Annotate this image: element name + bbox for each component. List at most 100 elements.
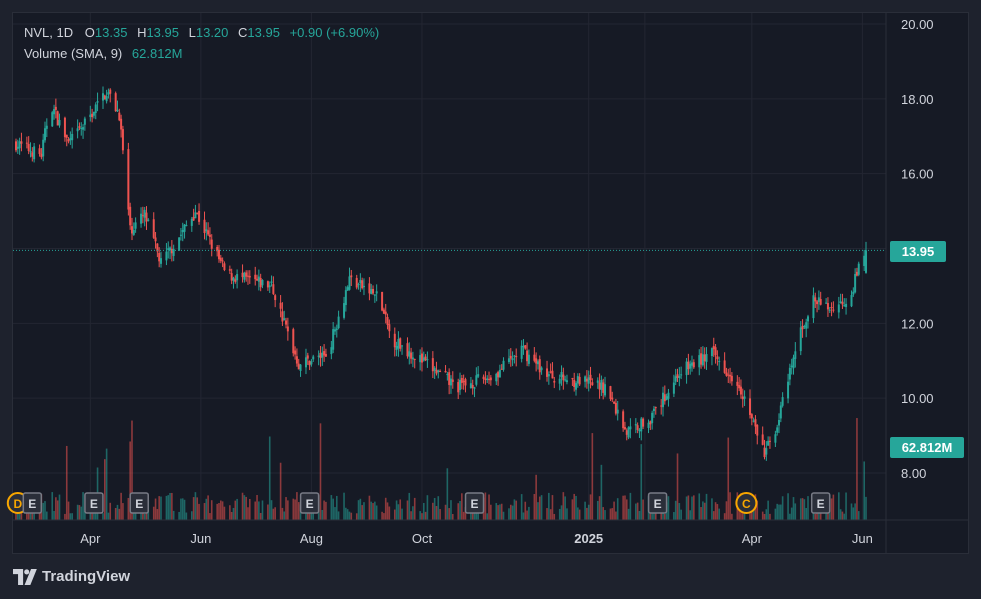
volume-bar <box>635 503 637 520</box>
candle-body <box>524 345 527 349</box>
volume-bar <box>807 496 809 520</box>
candle-body <box>676 374 679 378</box>
volume-bar <box>497 505 499 520</box>
volume-bar <box>863 461 865 520</box>
candle-body <box>183 224 186 232</box>
candle-body <box>703 354 706 362</box>
volume-bar <box>549 509 552 520</box>
volume-legend-label: Volume (SMA, 9) <box>24 46 123 61</box>
candle-body <box>127 149 130 210</box>
candle-body <box>132 229 135 235</box>
candle-body <box>295 356 298 364</box>
volume-bar <box>71 513 73 520</box>
candle-body <box>38 148 41 154</box>
volume-bar <box>56 500 59 520</box>
candle-body <box>712 345 715 350</box>
volume-bar <box>114 508 117 520</box>
volume-bar <box>814 513 817 520</box>
event-marker-label: E <box>28 497 36 511</box>
candle-body <box>83 118 86 125</box>
volume-bar <box>584 501 586 520</box>
candle-body <box>203 219 206 234</box>
volume-bar <box>484 492 487 520</box>
volume-bar <box>596 500 599 520</box>
volume-bar <box>279 462 282 520</box>
candle-body <box>431 358 434 372</box>
candle-body <box>565 380 568 383</box>
candle-body <box>43 128 46 141</box>
tradingview-brand[interactable]: TradingView <box>13 568 130 585</box>
candle-body <box>196 212 199 214</box>
volume-bar <box>370 501 373 520</box>
volume-bar <box>676 453 679 520</box>
volume-bar <box>44 501 46 520</box>
candle-body <box>571 378 574 380</box>
candle-body <box>221 260 224 262</box>
candle-body <box>616 409 619 414</box>
candle-body <box>801 325 804 330</box>
volume-bar <box>323 500 325 520</box>
candle-body <box>448 372 451 385</box>
volume-bar <box>729 492 731 520</box>
open-label: O <box>84 25 95 40</box>
candle-body <box>266 281 269 288</box>
volume-bar <box>357 500 360 520</box>
candle-body <box>787 381 790 399</box>
volume-bar <box>219 500 222 520</box>
volume-bar <box>285 497 287 520</box>
candle-body <box>422 357 425 361</box>
volume-bar <box>325 501 327 520</box>
volume-bar <box>419 511 421 520</box>
candle-body <box>863 255 866 267</box>
candle-body <box>498 370 501 378</box>
candle-body <box>105 96 108 102</box>
candle-body <box>281 311 284 322</box>
candle-body <box>145 212 148 222</box>
y-tick-label: 8.00 <box>901 466 926 481</box>
volume-bar <box>789 513 791 520</box>
axes: 20.0018.0016.0014.0012.0010.008.00AprJun… <box>13 13 968 553</box>
candle-body <box>190 218 193 226</box>
candle-body <box>361 280 364 289</box>
candle-body <box>527 354 530 364</box>
volume-bar <box>243 495 246 520</box>
candle-body <box>372 289 375 294</box>
volume-bar <box>413 497 416 520</box>
volume-legend: Volume (SMA, 9) 62.812M <box>24 46 182 61</box>
candle-body <box>710 348 713 357</box>
volume-bar <box>69 513 72 520</box>
volume-bar <box>122 503 124 520</box>
chart-canvas[interactable]: DEEEEEECE 20.0018.0016.0014.0012.0010.00… <box>0 0 981 599</box>
candle-body <box>107 92 110 95</box>
candle-body <box>337 316 340 329</box>
candle-body <box>651 412 654 424</box>
volume-bar <box>850 503 853 520</box>
candle-body <box>502 360 505 370</box>
candle-body <box>401 345 404 347</box>
volume-tag: 62.812M <box>890 437 964 458</box>
candle-body <box>743 396 746 399</box>
candle-body <box>803 326 806 328</box>
candle-body <box>830 307 833 309</box>
candle-body <box>768 440 771 442</box>
low-label: L <box>188 25 196 40</box>
candle-body <box>89 114 92 118</box>
candle-body <box>604 384 607 396</box>
volume-bar <box>178 511 180 520</box>
volume-bar <box>67 501 70 520</box>
candle-body <box>181 229 184 233</box>
close-label: C <box>238 25 248 40</box>
candle-body <box>219 257 222 261</box>
candle-body <box>672 382 675 394</box>
volume-bar <box>254 501 257 520</box>
candle-body <box>245 272 248 277</box>
candle-body <box>613 401 616 404</box>
volume-bar <box>600 464 603 520</box>
volume-bar <box>598 496 601 520</box>
candle-body <box>723 360 726 373</box>
candle-body <box>270 281 273 283</box>
volume-bar <box>642 499 644 520</box>
volume-bar <box>731 513 733 520</box>
candle-body <box>640 418 643 432</box>
candle-body <box>109 89 112 94</box>
